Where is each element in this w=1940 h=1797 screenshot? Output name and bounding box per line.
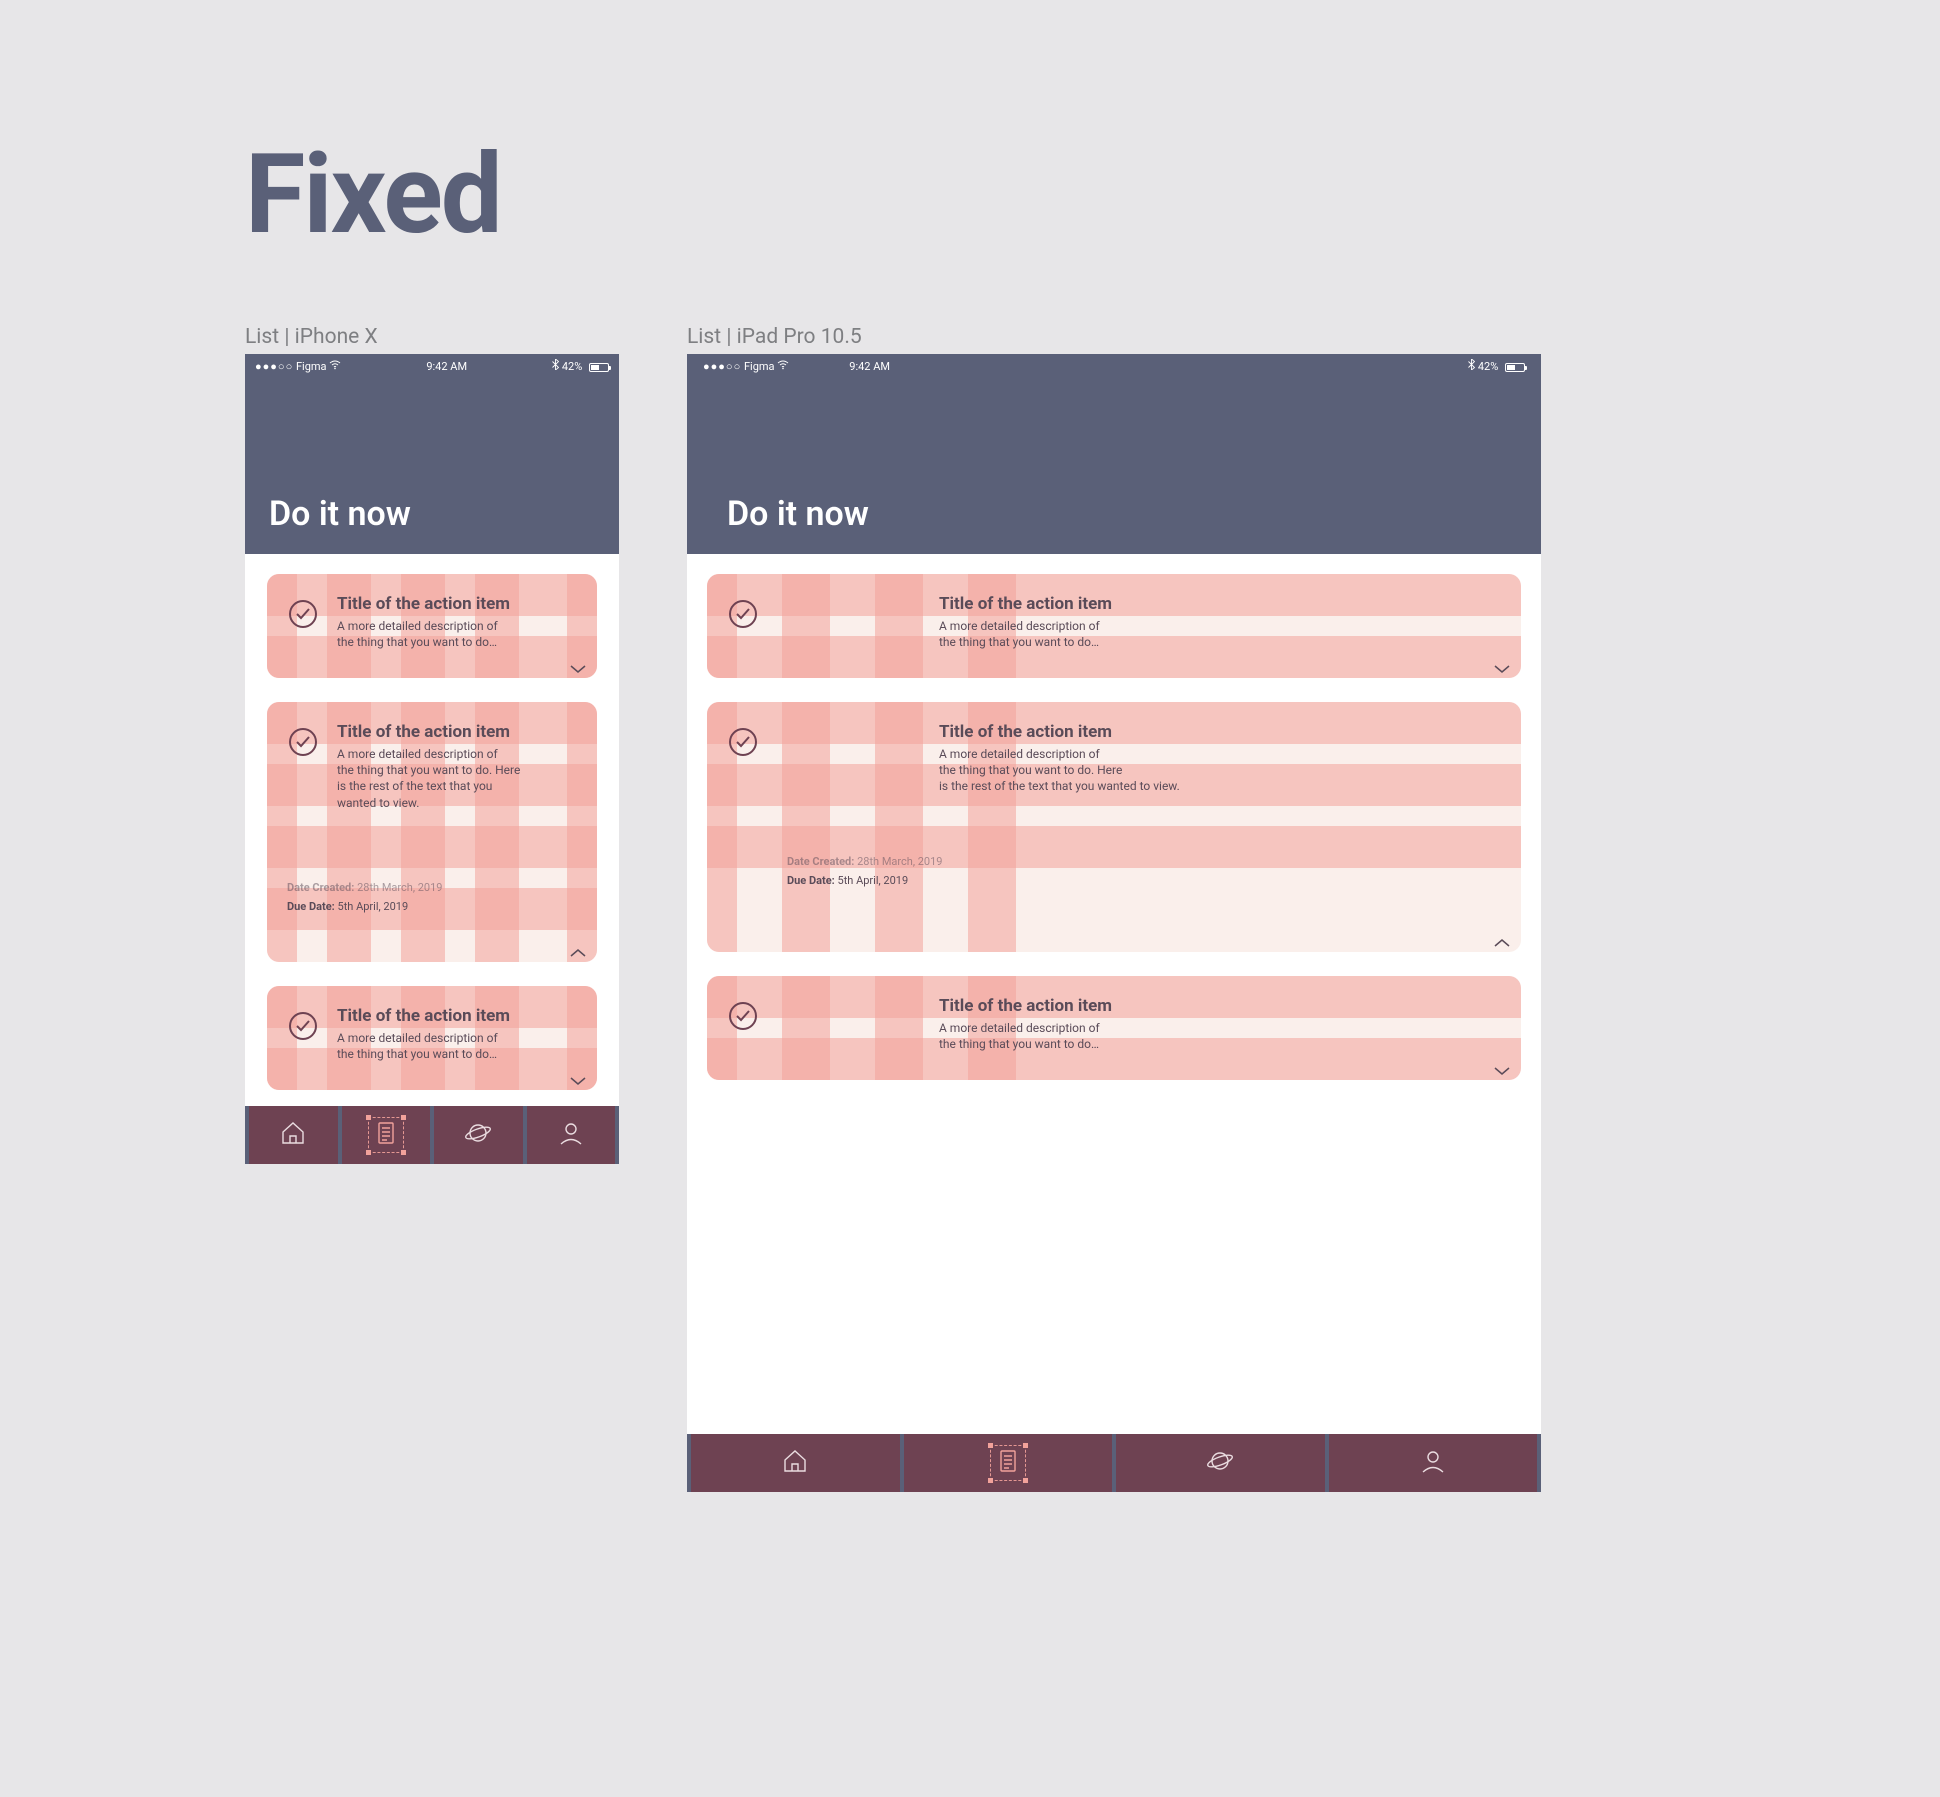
planet-icon (1206, 1447, 1234, 1479)
chevron-down-icon[interactable] (1493, 660, 1511, 672)
chevron-down-icon[interactable] (1493, 1062, 1511, 1074)
due-label: Due Date: (787, 874, 835, 887)
item-meta: Date Created: 28th March, 2019 Due Date:… (787, 855, 1501, 887)
battery-icon (589, 363, 609, 372)
item-desc: A more detailed description of the thing… (939, 746, 1180, 795)
item-desc: A more detailed description of the thing… (939, 618, 1112, 650)
status-bar: ●●●○○ Figma 9:42 AM 42% (687, 354, 1541, 374)
tab-explore[interactable] (1116, 1434, 1325, 1492)
list-item[interactable]: Title of the action item A more detailed… (267, 986, 597, 1090)
battery-pct: 42% (562, 360, 582, 373)
item-title: Title of the action item (939, 594, 1112, 614)
created-value: 28th March, 2019 (357, 881, 442, 894)
header: ●●●○○ Figma 9:42 AM 42% Do it now (245, 354, 619, 554)
section-title: Fixed (245, 130, 501, 259)
tab-profile[interactable] (527, 1106, 616, 1164)
list-item[interactable]: Title of the action item A more detailed… (267, 574, 597, 678)
item-title: Title of the action item (337, 594, 510, 614)
home-icon (781, 1447, 809, 1479)
header-title: Do it now (269, 494, 411, 534)
frame-label-iphone: List | iPhone X (245, 325, 378, 349)
bluetooth-icon (1468, 360, 1478, 373)
battery-pct: 42% (1478, 360, 1498, 373)
user-icon (557, 1119, 585, 1151)
due-value: 5th April, 2019 (838, 874, 909, 887)
status-time: 9:42 AM (341, 360, 552, 373)
item-title: Title of the action item (337, 722, 520, 742)
wifi-icon (777, 360, 789, 373)
bluetooth-icon (552, 360, 562, 373)
created-label: Date Created: (287, 881, 354, 894)
list[interactable]: Title of the action item A more detailed… (687, 554, 1541, 1080)
chevron-up-icon[interactable] (1493, 934, 1511, 946)
battery-icon (1505, 363, 1525, 372)
selection-box (990, 1445, 1026, 1481)
check-circle-icon[interactable] (727, 598, 759, 630)
tab-bar (245, 1106, 619, 1164)
chevron-down-icon[interactable] (569, 660, 587, 672)
item-desc: A more detailed description of the thing… (939, 1020, 1112, 1052)
item-desc: A more detailed description of the thing… (337, 618, 510, 650)
planet-icon (464, 1119, 492, 1151)
item-title: Title of the action item (337, 1006, 510, 1026)
carrier-name: Figma (296, 360, 327, 373)
header-title: Do it now (727, 494, 869, 534)
tab-explore[interactable] (434, 1106, 523, 1164)
list-item[interactable]: Title of the action item A more detailed… (707, 574, 1521, 678)
tab-profile[interactable] (1329, 1434, 1538, 1492)
status-bar: ●●●○○ Figma 9:42 AM 42% (245, 354, 619, 374)
item-meta: Date Created: 28th March, 2019 Due Date:… (287, 881, 577, 913)
list-item[interactable]: Title of the action item A more detailed… (267, 702, 597, 962)
due-label: Due Date: (287, 900, 335, 913)
tab-list[interactable] (904, 1434, 1113, 1492)
list-item[interactable]: Title of the action item A more detailed… (707, 702, 1521, 952)
list[interactable]: Title of the action item A more detailed… (245, 554, 619, 1106)
user-icon (1419, 1447, 1447, 1479)
device-ipad: ●●●○○ Figma 9:42 AM 42% Do it now (687, 354, 1541, 1492)
header: ●●●○○ Figma 9:42 AM 42% Do it now (687, 354, 1541, 554)
signal-dots: ●●●○○ (703, 360, 741, 373)
item-desc: A more detailed description of the thing… (337, 1030, 510, 1062)
signal-dots: ●●●○○ (255, 360, 293, 373)
created-label: Date Created: (787, 855, 854, 868)
home-icon (279, 1119, 307, 1151)
selection-box (368, 1117, 404, 1153)
check-circle-icon[interactable] (287, 598, 319, 630)
carrier-name: Figma (744, 360, 775, 373)
check-circle-icon[interactable] (727, 1000, 759, 1032)
tab-home[interactable] (691, 1434, 900, 1492)
status-time: 9:42 AM (789, 360, 1468, 373)
tab-list[interactable] (342, 1106, 431, 1164)
check-circle-icon[interactable] (287, 1010, 319, 1042)
item-desc: A more detailed description of the thing… (337, 746, 520, 811)
tab-bar (687, 1434, 1541, 1492)
tab-home[interactable] (249, 1106, 338, 1164)
frame-label-ipad: List | iPad Pro 10.5 (687, 325, 862, 349)
wifi-icon (329, 360, 341, 373)
due-value: 5th April, 2019 (338, 900, 409, 913)
created-value: 28th March, 2019 (857, 855, 942, 868)
item-title: Title of the action item (939, 996, 1112, 1016)
list-item[interactable]: Title of the action item A more detailed… (707, 976, 1521, 1080)
item-title: Title of the action item (939, 722, 1180, 742)
chevron-up-icon[interactable] (569, 944, 587, 956)
check-circle-icon[interactable] (287, 726, 319, 758)
check-circle-icon[interactable] (727, 726, 759, 758)
device-iphone: ●●●○○ Figma 9:42 AM 42% Do it now (245, 354, 619, 1164)
chevron-down-icon[interactable] (569, 1072, 587, 1084)
